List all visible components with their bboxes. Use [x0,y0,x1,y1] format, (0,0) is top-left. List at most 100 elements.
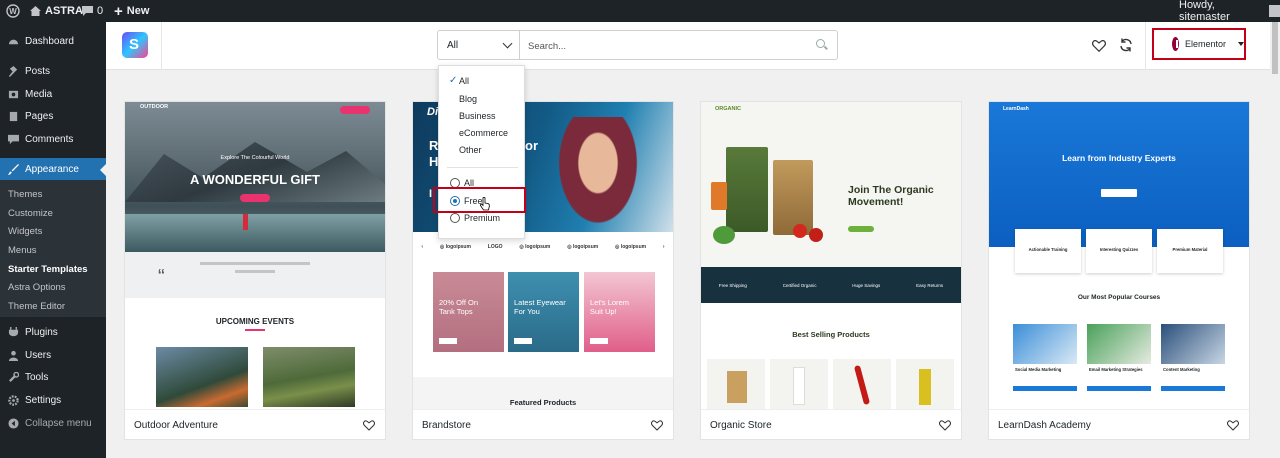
menu-plugins[interactable]: Plugins [0,321,106,343]
submenu-themes[interactable]: Themes [8,189,42,200]
dropdown-option-blog[interactable]: Blog [459,94,477,104]
menu-label: Plugins [25,326,58,338]
menu-label: Posts [25,65,51,77]
menu-label: Collapse menu [25,417,92,429]
template-name: Organic Store [710,419,772,431]
course-1: Social Media Marketing [1015,367,1062,372]
brand-logo-text: ORGANIC [715,106,741,112]
hero-subtitle: Explore The Colourful World [220,155,290,161]
plugin-icon [8,326,19,336]
favorite-heart-icon[interactable] [363,420,375,431]
admin-sidebar: Dashboard Posts Media Pages Comments App… [0,22,106,458]
brand-logo-text: OUTDOOR [140,104,169,110]
page-builder-select[interactable]: Elementor [1152,28,1246,60]
account-menu[interactable]: Howdy, sitemaster [1179,0,1280,23]
menu-label: Users [25,349,52,361]
dropdown-option-other[interactable]: Other [459,145,482,155]
plus-icon: + [114,2,123,20]
site-name: ASTRA [45,5,83,17]
checkmark-icon: ✓ [449,75,458,86]
scrollbar-thumb[interactable] [1272,22,1278,74]
tools-icon [9,371,19,382]
menu-tools[interactable]: Tools [0,366,106,388]
favorite-heart-icon[interactable] [1227,420,1239,431]
radio-premium[interactable] [450,213,460,223]
course-3: Content Marketing [1163,367,1200,372]
card-footer: LearnDash Academy [989,409,1249,440]
course-2: Email Marketing Strategies [1089,367,1143,372]
menu-label: Comments [25,133,74,145]
chevron-down-icon [502,38,513,49]
new-label: New [126,5,150,17]
favorites-heart-icon[interactable] [1092,39,1106,53]
category-filter-select[interactable]: All [438,31,520,59]
template-name: Outdoor Adventure [134,419,218,431]
submenu-menus[interactable]: Menus [8,245,37,256]
dashboard-icon [8,39,19,44]
favorite-heart-icon[interactable] [651,420,663,431]
svg-text:W: W [9,7,17,16]
submenu-astra-options[interactable]: Astra Options [8,282,66,293]
menu-media[interactable]: Media [0,83,106,105]
template-card-learndash-academy[interactable]: LearnDash Learn from Industry Experts Ac… [988,101,1250,440]
card-footer: Brandstore [413,409,673,440]
new-content-link[interactable]: + New [114,0,149,22]
hero-title: Learn from Industry Experts [1062,153,1176,163]
menu-posts[interactable]: Posts [0,60,106,82]
template-card-outdoor-adventure[interactable]: OUTDOOR Explore The Colourful World A WO… [124,101,386,440]
pin-icon [8,65,18,77]
menu-label: Dashboard [25,35,74,47]
feature-2: Interesting Quizzes [1086,229,1152,273]
section-title: Best Selling Products [792,330,870,339]
starter-templates-header: All Elementor [106,22,1270,70]
search-bar: All [437,30,838,60]
card-footer: Organic Store [701,409,961,440]
menu-appearance[interactable]: Appearance [0,158,106,180]
menu-label: Media [25,88,53,100]
users-icon [8,350,19,361]
builder-label: Elementor [1184,39,1226,49]
brand-logo-text: Di [427,106,438,118]
menu-pages[interactable]: Pages [0,105,106,127]
hero-image [989,102,1249,247]
hero-title: Join The Organic Movement! [848,184,934,208]
section-title: Our Most Popular Courses [1077,294,1161,301]
menu-label: Appearance [25,163,79,175]
type-option-premium[interactable]: Premium [464,213,500,223]
elementor-logo-icon [1172,37,1179,51]
feature-1: Free Shipping [718,282,747,288]
caret-down-icon [1238,42,1244,46]
menu-label: Settings [25,394,62,406]
brush-icon [8,163,19,175]
feature-3: Huge Savings [852,282,881,288]
dropdown-option-ecommerce[interactable]: eCommerce [459,128,508,138]
menu-users[interactable]: Users [0,344,106,366]
dropdown-option-business[interactable]: Business [459,111,496,121]
submenu-theme-editor[interactable]: Theme Editor [8,301,65,312]
submenu-widgets[interactable]: Widgets [8,226,42,237]
wordpress-logo-icon[interactable]: W [6,0,20,22]
menu-dashboard[interactable]: Dashboard [0,30,106,52]
menu-comments[interactable]: Comments [0,128,106,150]
site-name-link[interactable]: ASTRA [30,0,83,22]
template-card-organic-store[interactable]: ORGANIC Join The Organic Movement! Free … [700,101,962,440]
comments-link[interactable]: 0 [82,0,103,22]
favorite-heart-icon[interactable] [939,420,951,431]
feature-1: Actionable Training [1015,229,1081,273]
brand-logo-text: LearnDash [1003,106,1029,112]
search-input[interactable] [528,37,808,55]
home-icon [30,6,41,16]
feature-2: Certified Organic [782,282,817,288]
menu-collapse[interactable]: Collapse menu [0,412,106,434]
search-icon[interactable] [816,39,825,48]
feature-3: Premium Material [1157,229,1223,273]
submenu-starter-templates[interactable]: Starter Templates [8,264,88,275]
filter-selected-value: All [447,39,459,51]
submenu-customize[interactable]: Customize [8,208,53,219]
dropdown-option-all[interactable]: All [459,76,469,86]
section-title: UPCOMING EVENTS [215,317,295,326]
menu-settings[interactable]: Settings [0,389,106,411]
howdy-text: Howdy, sitemaster [1179,0,1230,23]
sync-icon[interactable] [1119,38,1133,52]
page-scrollbar[interactable] [1270,22,1280,458]
